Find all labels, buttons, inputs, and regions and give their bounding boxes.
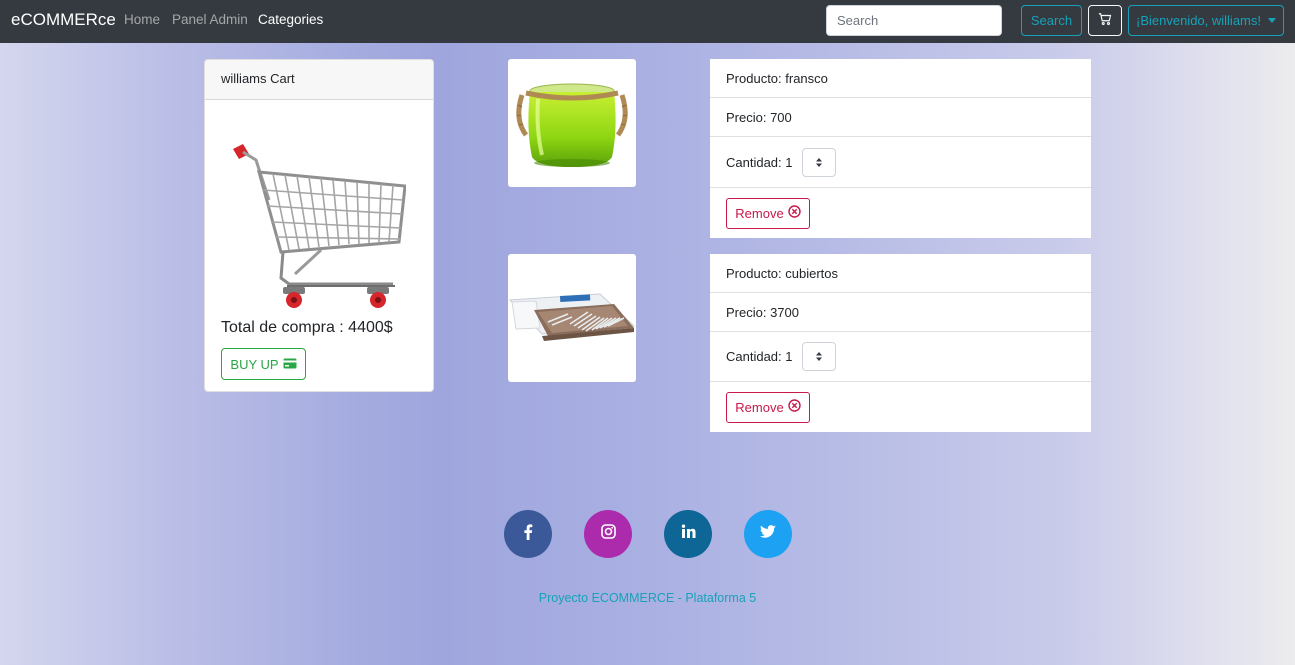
product-price: Precio: 700 [710,98,1091,137]
user-menu-label: ¡Bienvenido, williams! [1136,13,1261,28]
top-navbar: eCOMMERce Home Panel Admin Categories Se… [0,0,1295,43]
product-name-text: Producto: cubiertos [726,265,839,281]
twitter-link[interactable] [744,510,792,558]
search-button[interactable]: Search [1021,5,1082,36]
brand-logo[interactable]: eCOMMERce [11,10,116,30]
credit-card-icon [283,357,297,372]
chevron-down-icon [1268,18,1276,23]
cart-total: Total de compra : 4400$ [221,319,393,336]
instagram-icon [600,524,616,544]
nav-link-categories[interactable]: Categories [258,12,323,27]
product-price-text: Precio: 3700 [726,304,799,320]
product-name: Producto: cubiertos [710,254,1091,293]
instagram-link[interactable] [584,510,632,558]
sort-arrows-icon [815,349,822,364]
cart-card-header: williams Cart [205,60,433,100]
quantity-label: Cantidad: 1 [726,349,793,364]
linkedin-icon [681,524,696,544]
nav-link-home[interactable]: Home [124,12,160,27]
quantity-select[interactable] [801,147,836,177]
twitter-icon [760,524,776,544]
product-quantity: Cantidad: 1 [710,137,1091,188]
buy-up-label: BUY UP [230,356,279,372]
buy-up-button[interactable]: BUY UP [221,348,306,380]
cart-summary-card: williams Cart Total de compra: 4400$ BU… [204,59,434,392]
quantity-label: Cantidad: 1 [726,154,793,170]
product-price-text: Precio: 700 [726,109,792,125]
remove-label: Remove [735,205,784,221]
product-details-cubiertos: Producto: cubiertos Precio: 3700 Cantida… [710,254,1091,432]
shopping-cart-illustration [221,140,407,312]
product-price: Precio: 3700 [710,293,1091,332]
linkedin-link[interactable] [664,510,712,558]
remove-button[interactable]: Remove [726,197,810,229]
product-details-fransco: Producto: fransco Precio: 700 Cantidad: … [710,59,1091,238]
product-image-fransco [508,59,636,187]
facebook-link[interactable] [504,510,552,558]
quantity-select[interactable] [801,342,836,371]
sort-arrows-icon [815,155,822,170]
user-menu-dropdown[interactable]: ¡Bienvenido, williams! [1128,5,1284,36]
cart-icon [1098,12,1112,29]
search-input[interactable] [826,5,1002,36]
footer-text: Proyecto ECOMMERCE - Plataforma 5 [538,591,757,605]
product-actions: Remove [710,188,1091,238]
product-name-text: Producto: fransco [726,70,828,86]
product-actions: Remove [710,382,1091,432]
product-name: Producto: fransco [710,59,1091,98]
product-image-cubiertos [508,254,636,382]
remove-label: Remove [735,399,784,415]
facebook-icon [523,523,533,545]
nav-link-panel-admin[interactable]: Panel Admin [172,12,248,27]
remove-button[interactable]: Remove [726,391,810,423]
product-quantity: Cantidad: 1 [710,332,1091,382]
x-circle-icon [788,205,801,221]
x-circle-icon [788,399,801,415]
cart-button[interactable] [1088,5,1122,36]
